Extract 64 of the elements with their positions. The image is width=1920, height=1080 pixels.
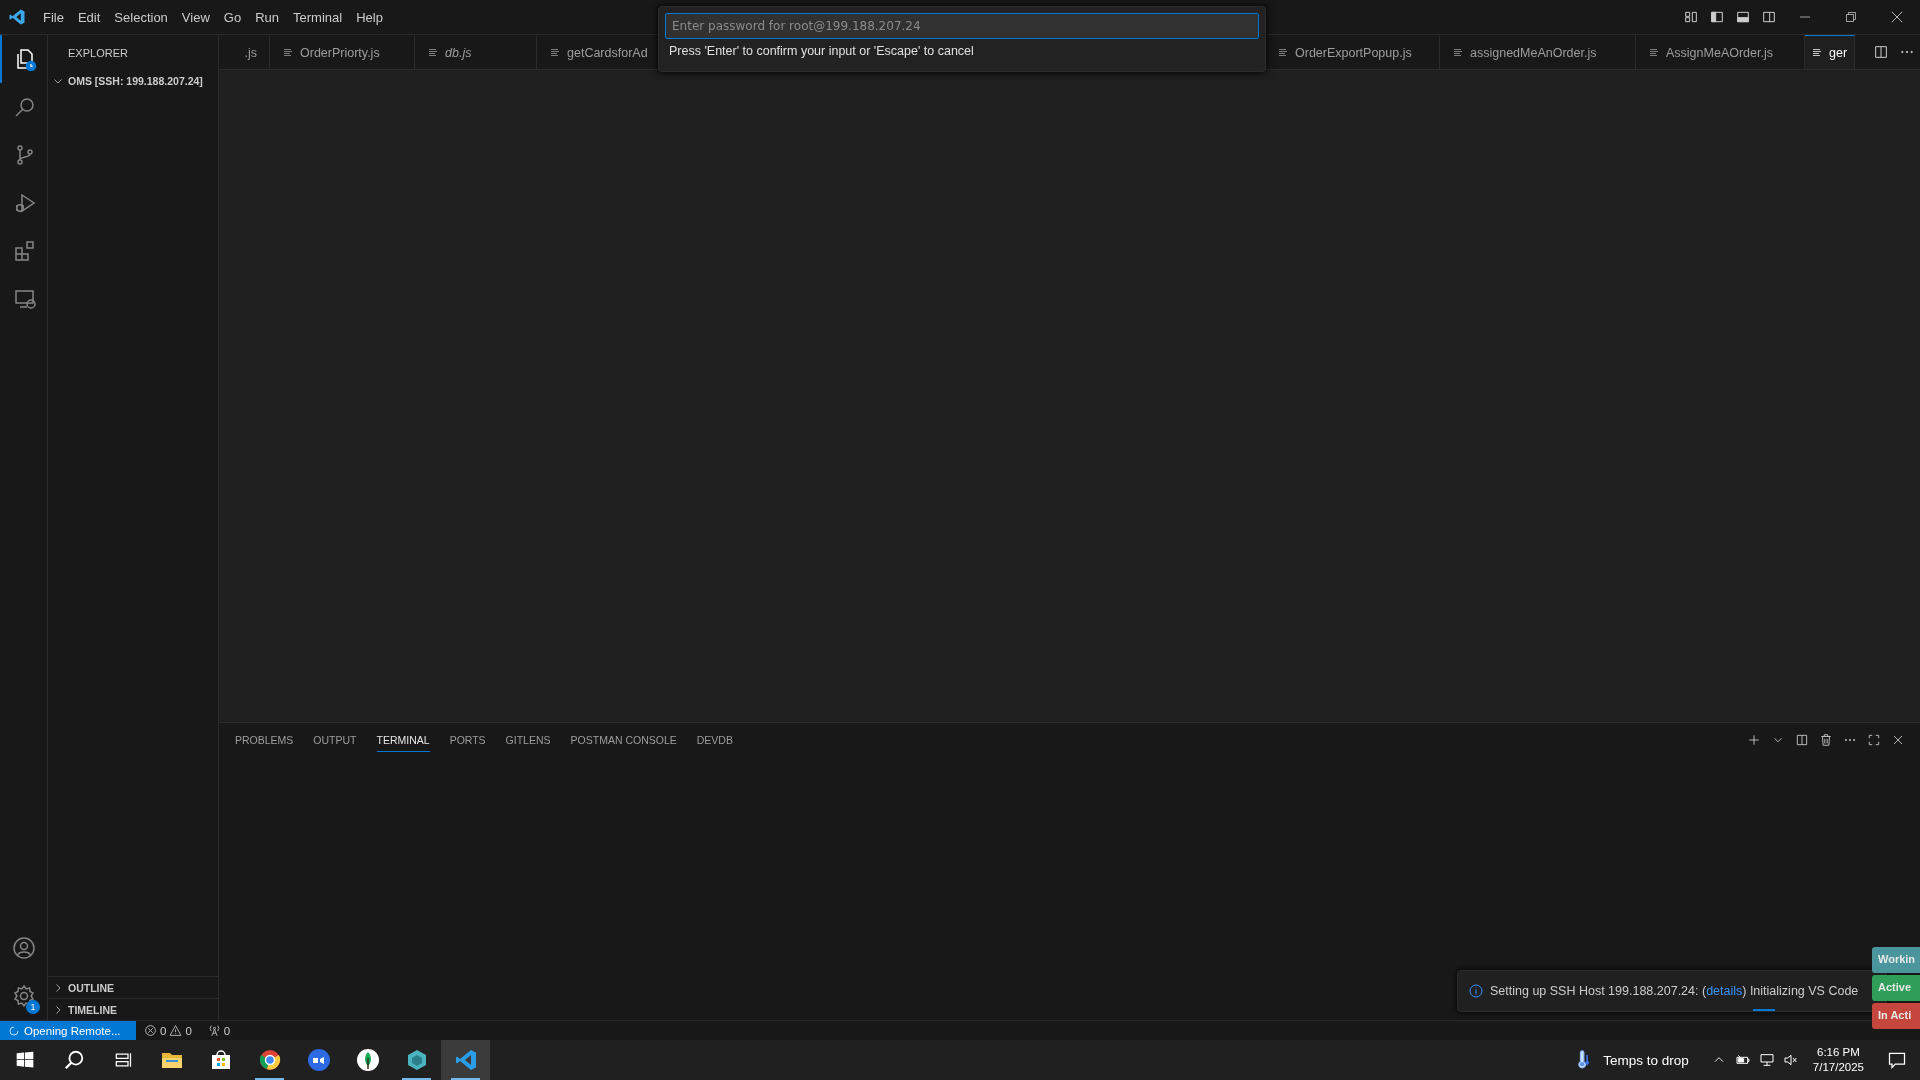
section-header[interactable]: OUTLINE <box>48 976 218 998</box>
menu-item[interactable]: Selection <box>107 6 175 28</box>
sidebar-title: EXPLORER <box>67 46 129 61</box>
panel-tab[interactable]: GITLENS <box>505 728 551 752</box>
info-icon <box>1468 983 1484 999</box>
editor-tab[interactable]: getCardsforAd <box>537 35 658 69</box>
details-link[interactable]: details <box>1706 984 1743 998</box>
tab-label: getCardsforAd <box>567 45 648 60</box>
menu-item[interactable]: Terminal <box>286 6 350 28</box>
tab-label: OrderExportPopup.js <box>1295 45 1412 60</box>
progress-indicator <box>1753 1009 1775 1011</box>
menu-item[interactable]: Edit <box>70 6 108 28</box>
spinner-icon <box>8 1024 20 1037</box>
editor-tab[interactable]: OrderPriorty.js <box>270 35 415 69</box>
menu-item[interactable]: File <box>36 6 71 28</box>
file-lines-icon <box>282 46 294 59</box>
clock-time: 6:16 PM <box>1817 1045 1860 1060</box>
panel-tab[interactable]: PROBLEMS <box>235 728 294 752</box>
editor-tab[interactable]: .js <box>219 35 270 69</box>
notification-message: Setting up SSH Host 199.188.207.24: (details) Initializing VS Code <box>1490 984 1859 998</box>
problems-status[interactable]: 0 0 <box>136 1024 200 1037</box>
editor-tab[interactable]: db.js <box>415 35 537 69</box>
file-lines-icon <box>1277 46 1289 59</box>
tab-label: .js <box>244 45 257 60</box>
app-logo-icon <box>8 8 26 26</box>
folder-row[interactable]: OMS [SSH: 199.188.207.24] <box>48 70 218 92</box>
editor-tab[interactable]: ger <box>1805 35 1855 69</box>
section-label: OUTLINE <box>68 981 115 994</box>
tab-label: assignedMeAnOrder.js <box>1470 45 1597 60</box>
code-editor-icon[interactable] <box>441 1040 490 1080</box>
section-label: TIMELINE <box>68 1003 117 1016</box>
error-icon <box>144 1024 157 1037</box>
clock-date: 7/17/2025 <box>1812 1060 1864 1075</box>
file-lines-icon <box>1648 46 1660 59</box>
tab-label: ger <box>1829 45 1848 60</box>
ports-status[interactable]: 0 <box>199 1024 239 1037</box>
remote-indicator[interactable]: Opening Remote... <box>0 1021 136 1040</box>
tab-label: db.js <box>445 45 472 60</box>
menu-item[interactable]: View <box>174 6 217 28</box>
tab-label: AssignMeAOrder.js <box>1666 45 1773 60</box>
input-hint: Press 'Enter' to confirm your input or 'Escape' to cancel <box>669 44 975 58</box>
panel-tab[interactable]: PORTS <box>449 728 486 752</box>
tab-label: OrderPriorty.js <box>300 45 380 60</box>
file-lines-icon <box>1452 46 1464 59</box>
file-lines-icon <box>549 46 561 59</box>
menu-item[interactable]: Go <box>216 6 249 28</box>
clock[interactable]: 6:16 PM 7/17/2025 <box>1812 1045 1864 1075</box>
panel-tab[interactable]: DEVDB <box>696 728 733 752</box>
password-field[interactable]: Enter password for root@199.188.207.24 <box>665 13 1259 39</box>
weather-text[interactable]: Temps to drop <box>1603 1052 1689 1068</box>
file-lines-icon <box>1811 46 1823 59</box>
file-lines-icon <box>427 46 439 59</box>
panel-tab[interactable]: OUTPUT <box>313 728 357 752</box>
status-tag[interactable]: In Acti <box>1872 1003 1920 1029</box>
count-badge: 1 <box>26 1000 40 1014</box>
menu-item[interactable]: Help <box>349 6 390 28</box>
antenna-icon <box>207 1024 221 1037</box>
folder-label: OMS [SSH: 199.188.207.24] <box>68 75 203 87</box>
panel-tab[interactable]: POSTMAN CONSOLE <box>570 728 677 752</box>
account-icon[interactable] <box>10 934 38 962</box>
warning-icon <box>169 1024 183 1037</box>
editor-tab[interactable]: assignedMeAnOrder.js <box>1440 35 1636 69</box>
panel-tab[interactable]: TERMINAL <box>376 728 430 752</box>
menu-item[interactable]: Run <box>248 6 286 28</box>
